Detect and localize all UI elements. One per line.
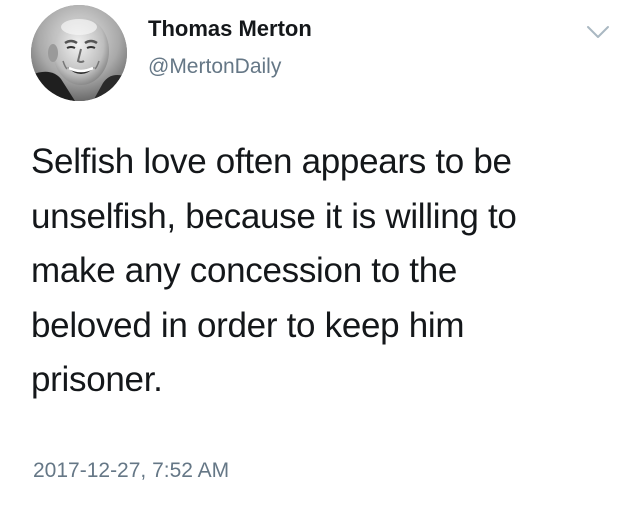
tweet-card: Thomas Merton @MertonDaily Selfish love …: [0, 0, 640, 511]
author-avatar[interactable]: [31, 5, 127, 101]
avatar-image: [31, 5, 127, 101]
author-handle[interactable]: @MertonDaily: [148, 55, 281, 79]
tweet-timestamp[interactable]: 2017-12-27, 7:52 AM: [33, 459, 229, 483]
chevron-down-glyph: [587, 26, 609, 38]
author-display-name[interactable]: Thomas Merton: [148, 16, 312, 42]
chevron-down-icon[interactable]: [585, 22, 611, 42]
tweet-text: Selfish love often appears to be unselfi…: [31, 142, 517, 399]
